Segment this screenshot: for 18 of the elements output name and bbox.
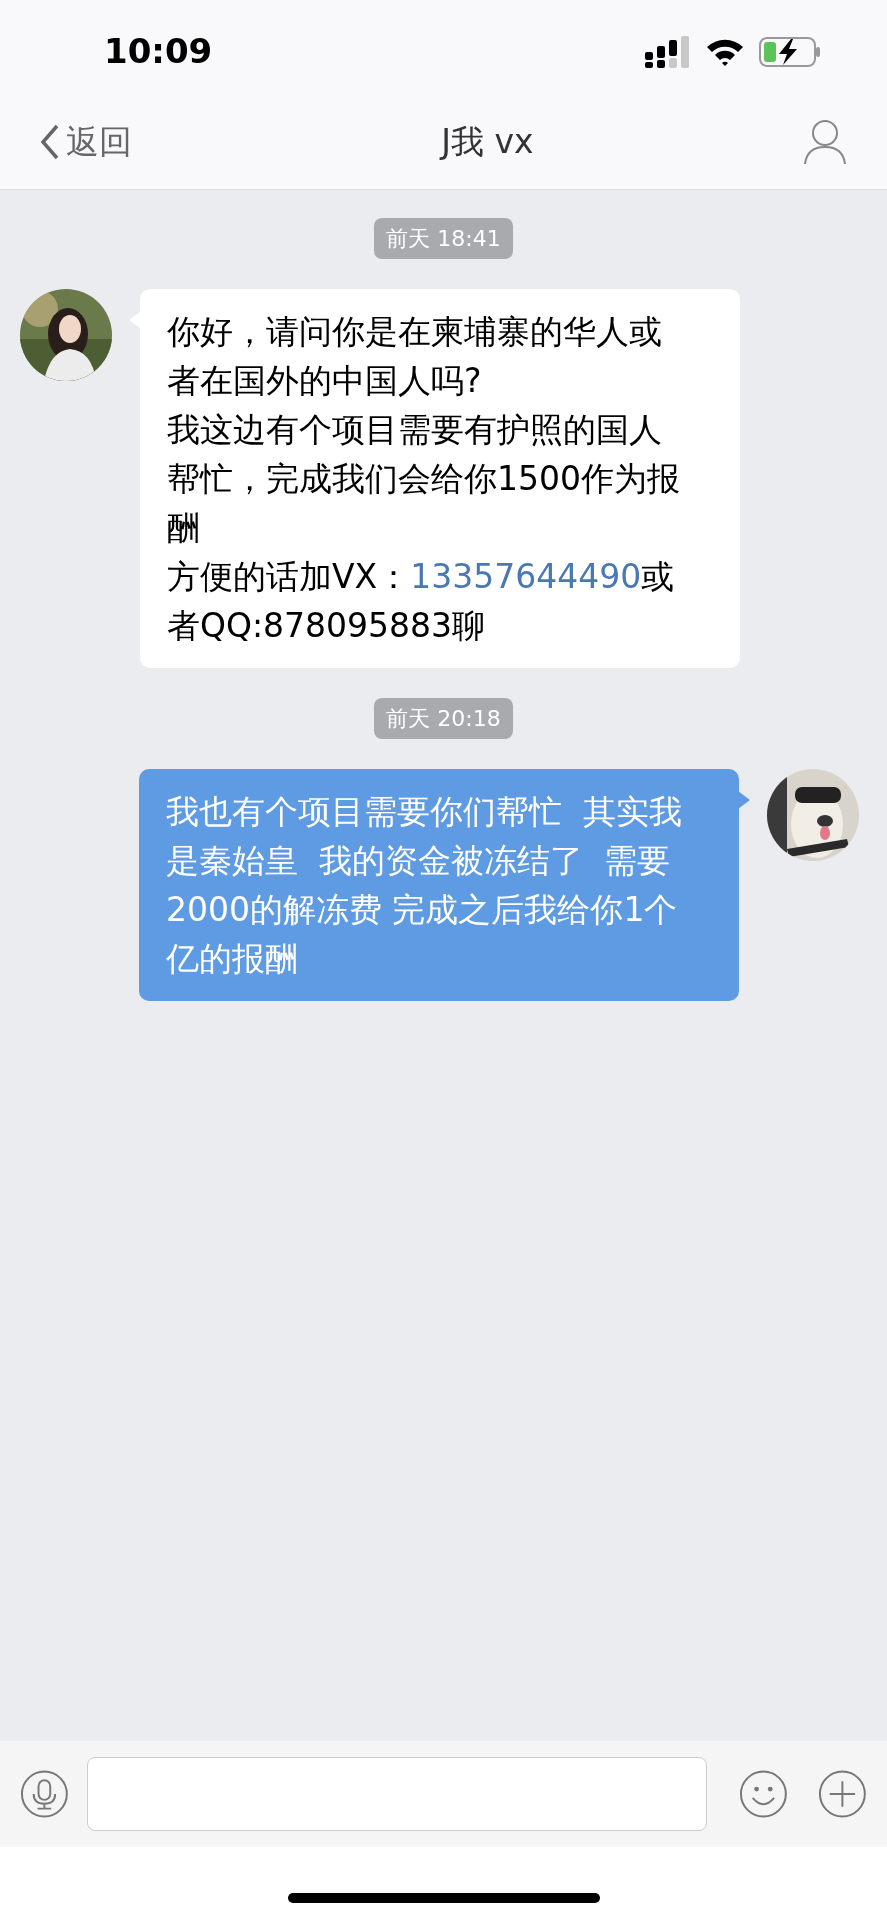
timestamp: 前天 20:18: [374, 698, 513, 739]
message-text: 你好，请问你是在柬埔寨的华人或者在国外的中国人吗?: [167, 311, 663, 402]
back-button[interactable]: 返回: [40, 117, 132, 167]
message-text: 方便的话加VX：13357644490或者QQ:878095883聊: [167, 556, 676, 647]
microphone-icon[interactable]: [20, 1769, 69, 1819]
chevron-left-icon: [40, 124, 60, 160]
signal-icon: [645, 35, 691, 68]
timestamp: 前天 18:41: [374, 218, 513, 259]
status-time: 10:09: [104, 30, 213, 73]
plus-icon[interactable]: [818, 1769, 867, 1819]
emoji-icon[interactable]: [739, 1769, 789, 1819]
message-text: 我这边有个项目需要有护照的国人帮忙，完成我们会给你1500作为报酬: [167, 409, 681, 549]
message-text: 我也有个项目需要你们帮忙 其实我是秦始皇 我的资金被冻结了 需要2000的解冻费 完成之后我给你1个亿的报酬: [166, 791, 683, 980]
battery-charging-icon: [759, 36, 821, 67]
profile-icon[interactable]: [803, 119, 847, 165]
message-input[interactable]: [86, 1757, 708, 1831]
phone-link[interactable]: 13357644490: [410, 557, 642, 596]
chat-title: J我 vx: [441, 121, 534, 164]
